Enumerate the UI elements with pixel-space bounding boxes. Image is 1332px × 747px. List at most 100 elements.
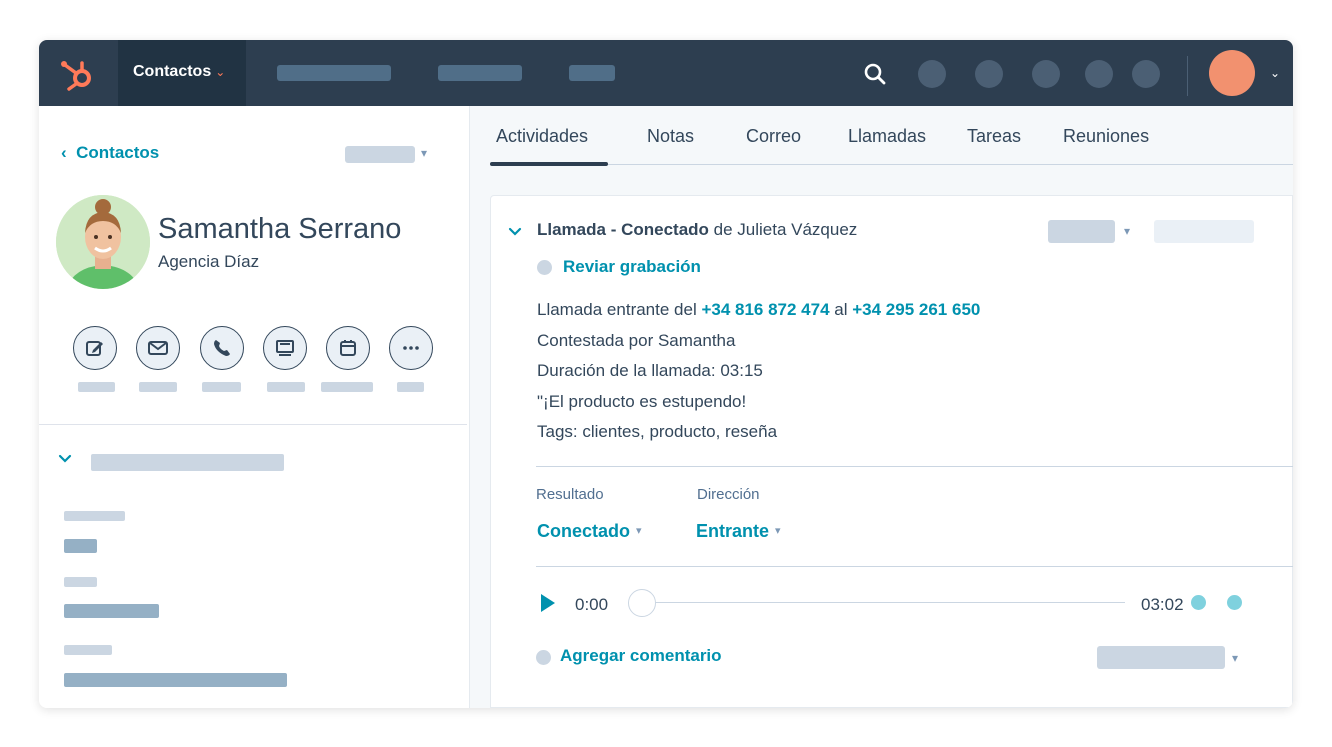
from-number-link[interactable]: +34 816 872 474 [701,300,829,319]
tab-tasks[interactable]: Tareas [967,126,1021,147]
tags-line: Tags: clientes, producto, reseña [537,422,778,441]
nav-icon-placeholder[interactable] [1032,60,1060,88]
more-icon [403,346,419,350]
tab-calls[interactable]: Llamadas [848,126,926,147]
chevron-down-icon[interactable] [507,224,523,240]
duration-line: Duración de la llamada: 03:15 [537,361,763,380]
action-label-placeholder [202,382,241,392]
caret-down-icon: ▾ [636,525,642,537]
nav-item-contacts[interactable]: Contactos ⌄ [118,40,246,106]
call-line-mid: al [829,300,853,319]
card-divider [536,466,1293,467]
tab-emails[interactable]: Correo [746,126,801,147]
app-window: Contactos ⌄ ⌄ ‹ Contactos ▾ Samantha Ser… [39,40,1293,708]
email-icon [148,341,168,355]
calendar-icon [340,340,356,356]
property-label-placeholder [64,577,97,587]
nav-item-placeholder[interactable] [438,65,522,81]
back-to-contacts-link[interactable]: ‹ Contactos [61,143,159,163]
chevron-down-icon[interactable]: ⌄ [1270,66,1280,80]
section-title-placeholder[interactable] [91,454,284,471]
more-button[interactable] [389,326,433,370]
to-number-link[interactable]: +34 295 261 650 [852,300,980,319]
result-value: Conectado [537,521,631,541]
tab-activities[interactable]: Actividades [496,126,588,147]
playback-current-time: 0:00 [575,595,609,614]
nav-contacts-label: Contactos [133,63,212,80]
card-divider [536,566,1293,567]
direction-label: Dirección [697,486,760,503]
associations-dropdown[interactable] [1097,646,1225,669]
call-direction-line: Llamada entrante del +34 816 872 474 al … [537,300,980,320]
add-comment-link[interactable]: Agregar comentario [560,646,722,666]
nav-item-placeholder[interactable] [277,65,391,81]
phone-icon [214,340,230,356]
tab-notes[interactable]: Notas [647,126,694,147]
recording-dot-icon [537,260,552,275]
call-line-prefix: Llamada entrante del [537,300,702,319]
direction-dropdown[interactable]: Entrante ▾ [696,521,781,542]
caret-down-icon[interactable]: ▾ [1124,224,1130,238]
hubspot-logo-icon[interactable] [59,57,95,91]
back-link-label: Contactos [76,143,160,162]
download-icon[interactable] [1227,595,1242,610]
caret-down-icon: ▾ [775,525,781,537]
call-activity-card: Llamada - Conectado de Julieta Vázquez ▾… [490,195,1293,708]
screen-icon [276,340,294,356]
action-label-placeholder [397,382,424,392]
meeting-button[interactable] [263,326,307,370]
call-button[interactable] [200,326,244,370]
property-value-placeholder [64,673,287,687]
nav-icon-placeholder[interactable] [975,60,1003,88]
review-recording-link[interactable]: Reviar grabación [563,257,701,277]
contact-company[interactable]: Agencia Díaz [158,252,259,272]
tab-meetings[interactable]: Reuniones [1063,126,1149,147]
result-dropdown[interactable]: Conectado ▾ [537,521,642,542]
nav-icon-placeholder[interactable] [918,60,946,88]
chevron-down-icon: ⌄ [215,65,226,79]
activity-panel: Actividades Notas Correo Llamadas Tareas… [470,106,1293,708]
action-label-placeholder [267,382,305,392]
actions-dropdown[interactable] [1048,220,1115,243]
tab-bar: Actividades Notas Correo Llamadas Tareas… [470,106,1293,166]
caret-down-icon[interactable]: ▾ [1232,651,1238,665]
tabs-baseline [490,164,1293,165]
action-label-placeholder [78,382,115,392]
chevron-down-icon[interactable] [57,451,73,467]
comment-dot-icon [536,650,551,665]
answered-by-line: Contestada por Samantha [537,331,736,350]
property-label-placeholder [64,645,112,655]
play-icon[interactable] [539,592,557,614]
task-button[interactable] [326,326,370,370]
nav-icon-placeholder[interactable] [1085,60,1113,88]
playback-scrubber-handle[interactable] [628,589,656,617]
active-tab-indicator [490,162,608,166]
speed-toggle-icon[interactable] [1191,595,1206,610]
contact-sidebar: ‹ Contactos ▾ Samantha Serrano Agencia D… [39,106,470,708]
contact-name: Samantha Serrano [158,213,402,245]
property-label-placeholder [64,511,125,521]
property-value-placeholder [64,604,159,618]
contact-photo [56,195,150,289]
chevron-left-icon: ‹ [61,143,67,162]
action-label-placeholder [139,382,177,392]
call-title[interactable]: Llamada - Conectado de Julieta Vázquez [537,220,857,240]
actions-dropdown[interactable] [345,146,415,163]
action-label-placeholder [321,382,373,392]
section-divider [39,424,467,425]
caret-down-icon[interactable]: ▾ [421,146,427,160]
nav-icon-placeholder[interactable] [1132,60,1160,88]
call-title-status: Llamada - Conectado [537,220,709,239]
note-button[interactable] [73,326,117,370]
user-avatar[interactable] [1209,50,1255,96]
search-icon[interactable] [863,62,887,86]
timestamp-placeholder [1154,220,1254,243]
playback-track[interactable] [643,602,1125,603]
top-nav: Contactos ⌄ ⌄ [39,40,1293,106]
nav-item-placeholder[interactable] [569,65,615,81]
nav-divider [1187,56,1188,96]
email-button[interactable] [136,326,180,370]
direction-value: Entrante [696,521,770,541]
property-value-placeholder [64,539,97,553]
result-label: Resultado [536,486,604,503]
